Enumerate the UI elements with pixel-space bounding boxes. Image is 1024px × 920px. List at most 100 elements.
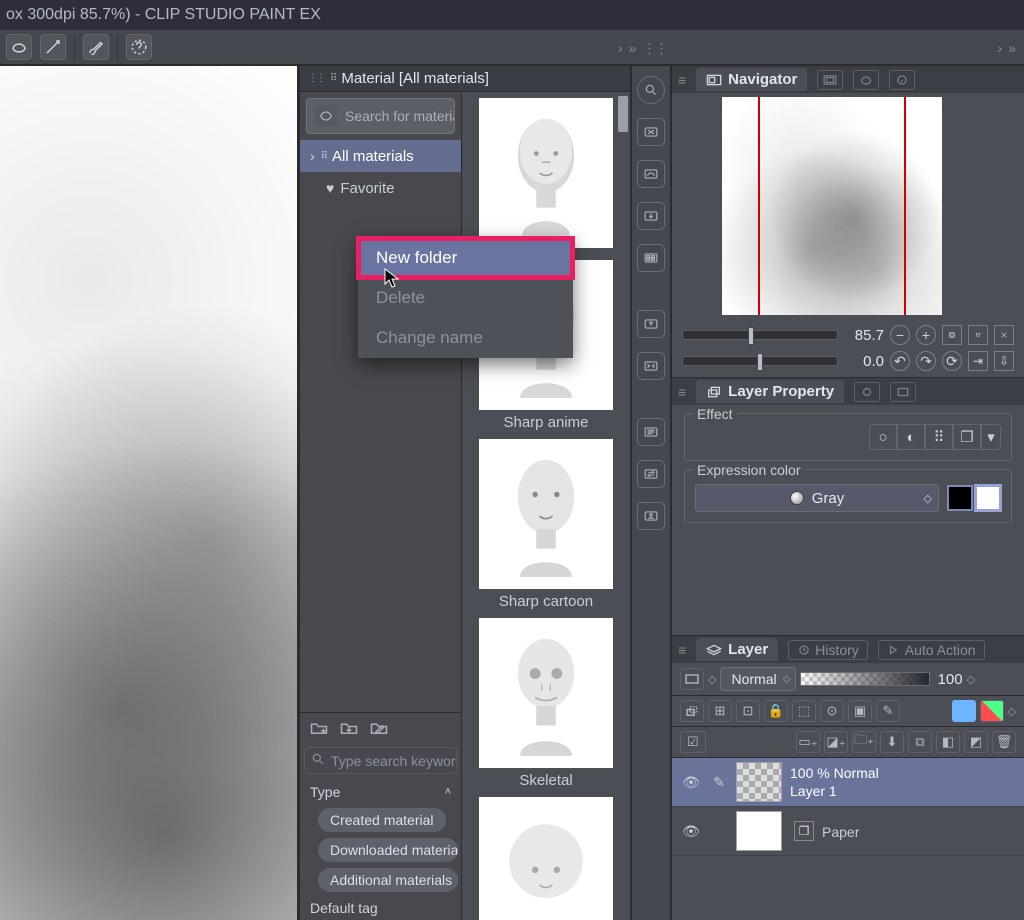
layer-mode-icon[interactable] bbox=[680, 668, 704, 690]
panel-grip-icon[interactable]: ⋮⋮ bbox=[308, 73, 324, 84]
context-menu-change-name[interactable]: Change name bbox=[358, 318, 573, 358]
rotate-reset-button[interactable]: ⟳ bbox=[942, 351, 962, 371]
effect-tone-icon[interactable]: ◐ bbox=[897, 424, 925, 450]
double-chevron-right-icon[interactable]: » bbox=[1008, 40, 1016, 56]
effect-layer-icon[interactable]: ❐ bbox=[953, 424, 981, 450]
check-all-icon[interactable]: ☑ bbox=[680, 731, 706, 753]
effect-menu-icon[interactable]: ▾ bbox=[981, 424, 1001, 450]
transfer-down-icon[interactable]: ⬇ bbox=[880, 731, 904, 753]
navigator-canvas[interactable] bbox=[722, 97, 942, 315]
material-keyword-search[interactable]: Type search keywor... bbox=[304, 747, 457, 774]
delete-layer-icon[interactable]: 🗑 bbox=[992, 731, 1016, 753]
zoom-out-button[interactable]: − bbox=[890, 325, 910, 345]
tab-history[interactable]: History bbox=[788, 640, 868, 660]
opacity-slider[interactable] bbox=[800, 672, 930, 686]
rotate-cw-button[interactable]: ↷ bbox=[916, 351, 936, 371]
tab-item-bank-icon[interactable] bbox=[853, 70, 879, 90]
fit-100-button[interactable] bbox=[968, 325, 988, 345]
canvas-area[interactable] bbox=[0, 66, 300, 920]
layer-row[interactable]: 👁 ❐ Paper bbox=[672, 807, 1024, 856]
tab-lp-extra-2-icon[interactable] bbox=[890, 382, 916, 402]
white-swatch[interactable] bbox=[975, 485, 1001, 511]
new-raster-layer-icon[interactable]: ▭₊ bbox=[796, 731, 820, 753]
context-menu-delete[interactable]: Delete bbox=[358, 278, 573, 318]
context-menu-new-folder[interactable]: New folder bbox=[358, 238, 573, 278]
zoom-in-button[interactable]: + bbox=[916, 325, 936, 345]
panel-grip-icon[interactable]: ≡ bbox=[678, 642, 686, 658]
flip-horizontal-button[interactable]: ⇥ bbox=[968, 351, 988, 371]
panel-grip-icon[interactable]: ≡ bbox=[678, 72, 686, 88]
new-folder-layer-icon[interactable]: 🗀₊ bbox=[852, 731, 876, 753]
double-chevron-right-icon[interactable]: » bbox=[629, 40, 637, 56]
strip-person-icon[interactable] bbox=[637, 502, 665, 530]
strip-folder-close-icon[interactable] bbox=[637, 118, 665, 146]
chip-downloaded-material[interactable]: Downloaded material bbox=[318, 838, 458, 862]
color-a-swatch[interactable] bbox=[952, 700, 976, 722]
import-folder-icon[interactable] bbox=[338, 719, 360, 737]
zoom-slider[interactable] bbox=[682, 330, 838, 340]
material-panel-header[interactable]: ⋮⋮ ⠿ Material [All materials] bbox=[300, 66, 630, 92]
tab-lp-extra-1-icon[interactable] bbox=[854, 382, 880, 402]
panel-grip-icon[interactable]: ≡ bbox=[678, 384, 686, 400]
quick-access-search-icon[interactable] bbox=[637, 76, 665, 104]
material-thumb[interactable] bbox=[479, 797, 613, 920]
tab-subview-icon[interactable] bbox=[817, 70, 843, 90]
effect-border-icon[interactable]: ○ bbox=[869, 424, 897, 450]
scrollbar-thumb[interactable] bbox=[618, 96, 628, 132]
strip-expand-icon[interactable] bbox=[637, 352, 665, 380]
black-swatch[interactable] bbox=[947, 485, 973, 511]
layer-row[interactable]: 👁 ✎ 100 % Normal Layer 1 bbox=[672, 758, 1024, 807]
chevron-right-icon[interactable]: › bbox=[618, 40, 623, 56]
flip-vertical-button[interactable]: ⇩ bbox=[994, 351, 1014, 371]
lock-layer-icon[interactable]: 🔒 bbox=[764, 700, 788, 722]
material-thumb[interactable]: Skeletal bbox=[479, 618, 613, 795]
freehand-select-tool-icon[interactable] bbox=[6, 34, 32, 60]
material-thumb[interactable]: Sharp cartoon bbox=[479, 439, 613, 616]
draft-layer-icon[interactable]: ⊡ bbox=[736, 700, 760, 722]
material-search-assets[interactable]: Search for materials on AS bbox=[306, 98, 455, 134]
material-thumbnails[interactable]: Sharp anime Sharp cartoon Skeletal bbox=[462, 92, 630, 920]
tree-item-favorite[interactable]: ♥ Favorite bbox=[300, 172, 461, 204]
visibility-eye-icon[interactable]: 👁 bbox=[680, 774, 702, 791]
layer-thumbnail[interactable] bbox=[736, 762, 782, 802]
fit-screen-button[interactable] bbox=[942, 325, 962, 345]
help-tool-icon[interactable] bbox=[126, 34, 152, 60]
edit-folder-icon[interactable] bbox=[368, 719, 390, 737]
chevron-right-icon[interactable]: › bbox=[998, 40, 1003, 56]
marker-icon[interactable]: ▣ bbox=[848, 700, 872, 722]
visibility-eye-icon[interactable]: 👁 bbox=[680, 823, 702, 840]
canvas-preview[interactable] bbox=[0, 66, 300, 920]
chip-additional-materials[interactable]: Additional materials bbox=[318, 868, 458, 892]
expression-color-select[interactable]: Gray ◇ bbox=[695, 484, 939, 512]
chip-created-material[interactable]: Created material bbox=[318, 808, 446, 832]
active-pen-icon[interactable]: ✎ bbox=[710, 774, 728, 791]
material-scrollbar[interactable] bbox=[617, 92, 629, 920]
new-vector-layer-icon[interactable]: ◪₊ bbox=[824, 731, 848, 753]
strip-home-icon[interactable] bbox=[637, 160, 665, 188]
strip-download-icon[interactable] bbox=[637, 202, 665, 230]
brush-tool-icon[interactable] bbox=[83, 34, 109, 60]
strip-exchange-icon[interactable] bbox=[637, 460, 665, 488]
clip-mask-icon[interactable] bbox=[680, 700, 704, 722]
tab-navigator[interactable]: Navigator bbox=[696, 68, 807, 91]
strip-timeline-icon[interactable] bbox=[637, 418, 665, 446]
magic-wand-tool-icon[interactable] bbox=[40, 34, 66, 60]
strip-export-icon[interactable] bbox=[637, 310, 665, 338]
new-folder-icon[interactable] bbox=[308, 719, 330, 737]
layer-mask-icon[interactable]: ◧ bbox=[936, 731, 960, 753]
strip-grid-icon[interactable] bbox=[637, 244, 665, 272]
blend-mode-select[interactable]: Normal bbox=[720, 667, 795, 691]
lightbulb-icon[interactable]: ⊙ bbox=[820, 700, 844, 722]
reference-layer-icon[interactable]: ⊞ bbox=[708, 700, 732, 722]
lock-transparent-icon[interactable]: ⬚ bbox=[792, 700, 816, 722]
fit-width-button[interactable] bbox=[994, 325, 1014, 345]
effect-dots-icon[interactable]: ⠿ bbox=[925, 424, 953, 450]
tab-info-icon[interactable] bbox=[889, 70, 915, 90]
layer-thumbnail[interactable] bbox=[736, 811, 782, 851]
color-b-swatch[interactable] bbox=[980, 700, 1004, 722]
collapse-up-icon[interactable]: ˄ bbox=[445, 786, 451, 798]
tab-layer[interactable]: Layer bbox=[696, 638, 778, 661]
ruler-icon[interactable]: ✎ bbox=[876, 700, 900, 722]
material-thumb[interactable] bbox=[479, 98, 613, 258]
tab-layer-property[interactable]: Layer Property bbox=[696, 380, 844, 403]
